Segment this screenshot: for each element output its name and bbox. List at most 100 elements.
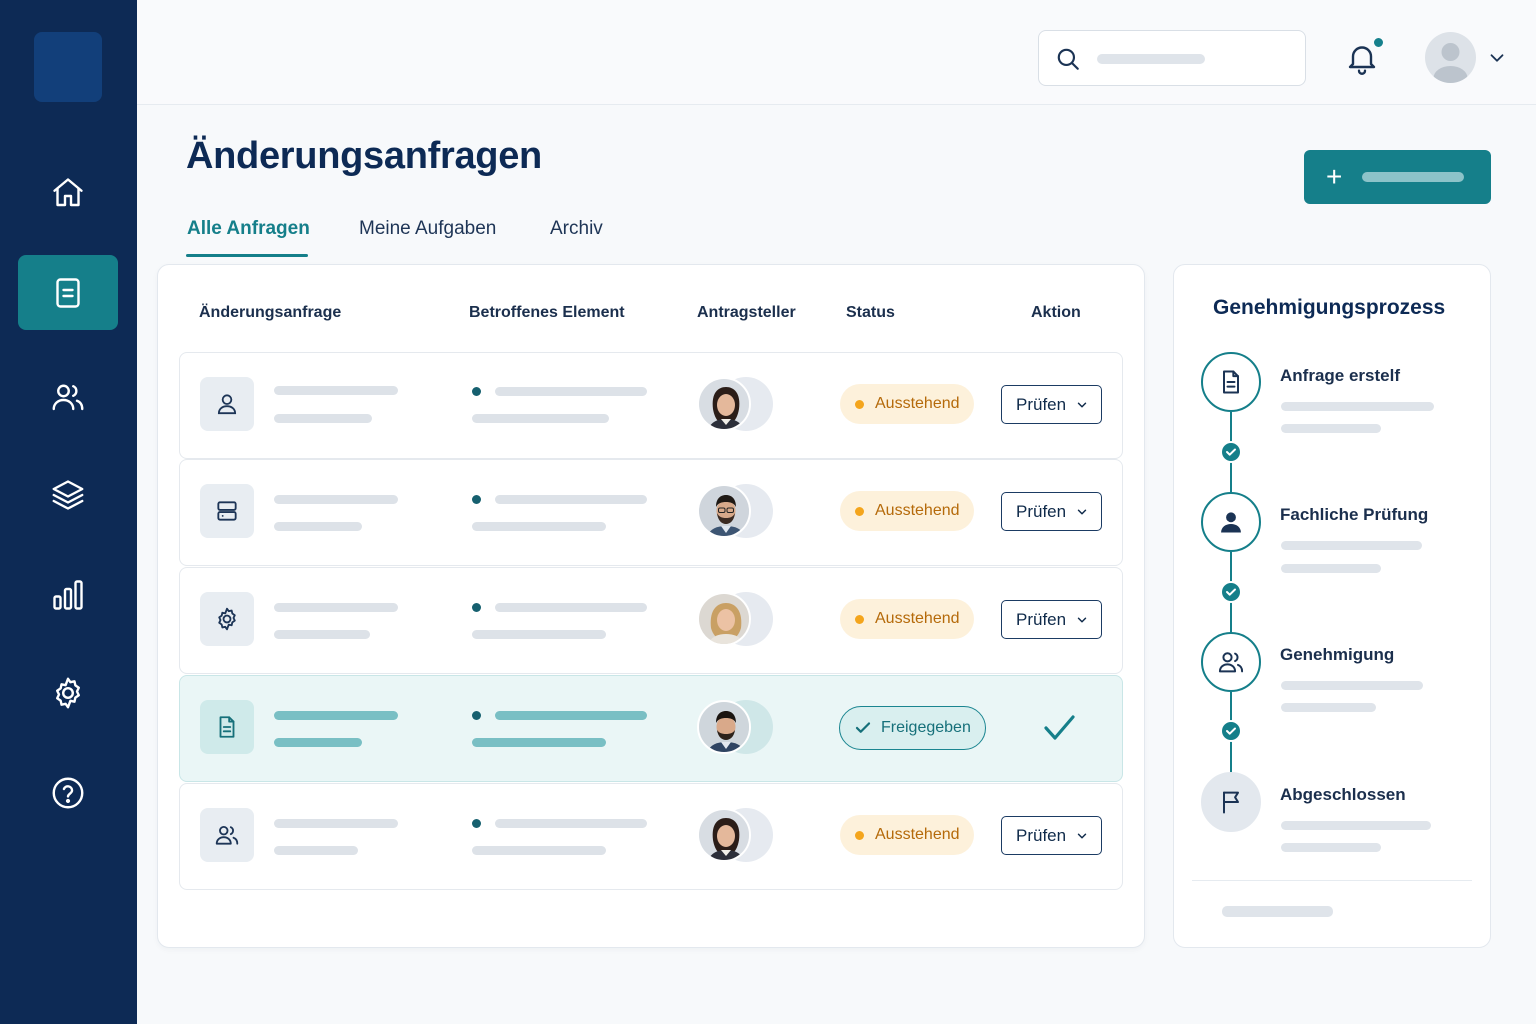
sidebar-item-requests[interactable] [18,255,118,330]
flag-icon [1223,791,1239,814]
user-avatar[interactable] [1425,32,1476,83]
element-placeholder-bar [495,495,647,504]
topbar [137,0,1536,105]
element-bullet [472,603,481,612]
document-icon [56,277,80,308]
app-logo[interactable] [34,32,102,102]
sidebar-item-reports[interactable] [18,557,118,632]
tab-archive[interactable]: Archiv [550,218,603,240]
subtitle-placeholder-bar [274,522,362,531]
chevron-down-icon [1077,617,1087,623]
step-placeholder-bar [1281,681,1423,690]
step-complete-check [1220,441,1242,463]
status-badge: Ausstehend [840,599,974,639]
table-row-approved[interactable]: Freigegeben [179,675,1123,782]
title-placeholder-bar [274,711,398,720]
element-bullet [472,711,481,720]
subtitle-placeholder-bar [274,846,358,855]
step-label: Anfrage erstelf [1280,366,1400,385]
users-icon [1218,652,1244,673]
user-icon [217,394,237,415]
review-button[interactable]: Prüfen [1001,385,1102,424]
column-header-element: Betroffenes Element [469,304,625,321]
step-label: Genehmigung [1280,645,1395,664]
step-review [1201,492,1261,552]
column-header-requester: Antragsteller [697,304,796,321]
status-badge: Ausstehend [840,491,974,531]
panel-footer-placeholder-bar [1222,906,1333,917]
table-row[interactable]: Ausstehend Prüfen [179,783,1123,890]
sidebar-item-home[interactable] [18,155,118,230]
search-input[interactable] [1093,45,1293,73]
step-approval [1201,632,1261,692]
element-bullet [472,819,481,828]
requester-avatar [697,377,773,431]
row-type-icon [200,808,254,862]
status-badge: Ausstehend [840,384,974,424]
element-placeholder-bar [495,603,647,612]
element-placeholder-bar [472,630,606,639]
subtitle-placeholder-bar [274,738,362,747]
step-placeholder-bar [1281,821,1431,830]
document-icon [1223,370,1239,394]
panel-title: Genehmigungsprozess [1213,296,1446,319]
chevron-down-icon [1077,509,1087,515]
requester-avatar [697,700,773,754]
plus-icon: + [1326,161,1343,192]
element-placeholder-bar [495,819,647,828]
sidebar-item-settings[interactable] [18,655,118,730]
review-button[interactable]: Prüfen [1001,600,1102,639]
button-label-placeholder [1362,172,1464,182]
server-icon [217,501,237,521]
title-placeholder-bar [274,603,398,612]
active-tab-indicator [186,254,308,257]
step-complete-check [1220,720,1242,742]
step-created [1201,352,1261,412]
notification-badge [1372,36,1385,49]
column-header-status: Status [846,304,895,321]
search-box[interactable] [1038,30,1306,86]
element-placeholder-bar [495,711,647,720]
check-icon [855,722,871,733]
page-title: Änderungsanfragen [186,135,542,177]
row-type-icon [200,700,254,754]
row-type-icon [200,377,254,431]
tab-my-tasks[interactable]: Meine Aufgaben [359,218,496,240]
review-button[interactable]: Prüfen [1001,816,1102,855]
element-bullet [472,495,481,504]
element-placeholder-bar [472,738,606,747]
gear-icon [218,607,236,631]
step-placeholder-bar [1281,424,1381,433]
row-type-icon [200,592,254,646]
step-placeholder-bar [1281,564,1381,573]
check-icon [1044,715,1075,740]
step-completed [1201,772,1261,832]
check-icon [1226,448,1236,456]
column-header-request: Änderungsanfrage [199,304,342,321]
row-type-icon [200,484,254,538]
element-placeholder-bar [472,522,606,531]
table-row[interactable]: Ausstehend Prüfen [179,459,1123,566]
step-placeholder-bar [1281,402,1434,411]
sidebar [0,0,137,1024]
table-row[interactable]: Ausstehend Prüfen [179,567,1123,674]
new-request-button[interactable]: + [1304,150,1491,204]
requester-avatar [697,808,773,862]
sidebar-item-users[interactable] [18,359,118,434]
step-complete-check [1220,581,1242,603]
layers-icon [52,479,84,510]
subtitle-placeholder-bar [274,414,372,423]
search-icon [1057,48,1079,70]
review-button[interactable]: Prüfen [1001,492,1102,531]
gear-icon [56,677,80,708]
chevron-down-icon[interactable] [1486,47,1508,69]
sidebar-item-help[interactable] [18,755,118,830]
tab-all-requests[interactable]: Alle Anfragen [187,218,310,240]
sidebar-item-layers[interactable] [18,457,118,532]
person-icon [1221,512,1241,533]
element-placeholder-bar [495,387,647,396]
table-row[interactable]: Ausstehend Prüfen [179,352,1123,459]
subtitle-placeholder-bar [274,630,370,639]
step-placeholder-bar [1281,843,1381,852]
step-placeholder-bar [1281,703,1376,712]
